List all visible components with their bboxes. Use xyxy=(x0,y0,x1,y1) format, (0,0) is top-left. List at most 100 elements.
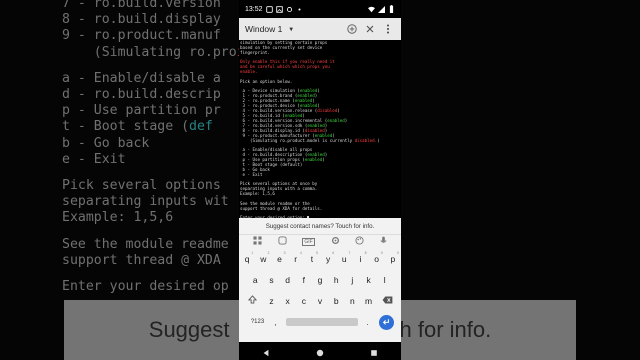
key-m[interactable]: m xyxy=(360,296,376,306)
keyboard-suggestion-bar[interactable]: Suggest contact names? Touch for info. xyxy=(239,218,401,235)
key-hint: 4 xyxy=(299,250,302,255)
keyboard-row-2: asdfghjkl xyxy=(239,269,401,290)
background-line-text: See the module readme xyxy=(62,236,229,252)
enabled-status: enabled xyxy=(304,157,323,163)
key-w[interactable]: w2 xyxy=(255,251,271,264)
key-label: p xyxy=(390,253,396,264)
terminal-window-bar: Window 1 ▼ xyxy=(239,18,401,40)
recents-nav-icon[interactable] xyxy=(370,342,378,360)
key-v[interactable]: v xyxy=(312,296,328,306)
keyboard-menu-icon[interactable] xyxy=(253,236,262,247)
terminal-line-end: ) xyxy=(337,107,340,113)
key-p[interactable]: p0 xyxy=(385,251,401,264)
dot-icon xyxy=(296,6,303,13)
key-hint: 3 xyxy=(283,250,286,255)
key-k[interactable]: k xyxy=(360,275,376,285)
key-y[interactable]: y6 xyxy=(320,251,336,264)
comma-key[interactable]: , xyxy=(269,318,283,327)
background-line-text: Pick several options xyxy=(62,178,229,194)
key-s[interactable]: s xyxy=(263,275,279,285)
key-i[interactable]: i8 xyxy=(352,250,368,264)
navigation-bar xyxy=(239,342,401,360)
background-suggestion-right: h for info. xyxy=(399,317,492,342)
background-line-text: e - Exit xyxy=(62,151,126,167)
sticker-icon[interactable] xyxy=(278,236,287,247)
palette-icon[interactable] xyxy=(355,236,364,247)
enabled-status: enabled xyxy=(327,117,345,123)
backspace-icon xyxy=(382,295,393,304)
key-z[interactable]: z xyxy=(263,296,279,306)
key-j[interactable]: j xyxy=(344,275,360,285)
key-a[interactable]: a xyxy=(247,275,263,285)
background-line-text: Example: 1,5,6 xyxy=(62,210,174,226)
space-key[interactable] xyxy=(285,318,358,326)
notification-icon xyxy=(265,5,273,13)
new-window-icon[interactable] xyxy=(345,22,359,36)
key-hint: 1 xyxy=(251,250,254,255)
key-label: o xyxy=(374,253,380,264)
key-o[interactable]: o9 xyxy=(369,251,385,264)
microphone-icon[interactable] xyxy=(380,236,387,247)
home-nav-icon[interactable] xyxy=(316,342,324,360)
key-e[interactable]: e3 xyxy=(271,250,287,264)
key-r[interactable]: r4 xyxy=(288,250,304,264)
terminal-line-text: Pick an option below. xyxy=(240,78,293,84)
terminal-line-text: enable. xyxy=(240,69,258,75)
window-title[interactable]: Window 1 xyxy=(245,24,282,34)
key-g[interactable]: g xyxy=(312,275,328,285)
key-h[interactable]: h xyxy=(328,275,344,285)
key-q[interactable]: q1 xyxy=(239,250,255,264)
keyboard-toolbar: GIF xyxy=(239,235,401,248)
key-label: t xyxy=(310,253,314,264)
symbols-key[interactable]: ?123 xyxy=(247,319,269,325)
terminal-line-end: ) xyxy=(324,152,328,158)
settings-icon[interactable] xyxy=(331,236,340,247)
key-d[interactable]: d xyxy=(280,275,296,285)
signal-icon xyxy=(378,5,385,13)
key-t[interactable]: t5 xyxy=(304,251,320,264)
close-window-icon[interactable] xyxy=(363,22,377,36)
background-line-text: d - ro.build.descrip xyxy=(62,87,221,103)
key-label: q xyxy=(244,253,250,264)
key-n[interactable]: n xyxy=(344,296,360,306)
window-dropdown-icon[interactable]: ▼ xyxy=(289,26,293,33)
gif-icon[interactable]: GIF xyxy=(302,237,315,246)
shift-key[interactable] xyxy=(242,295,263,306)
terminal-line-end: ) xyxy=(344,117,348,123)
backspace-key[interactable] xyxy=(377,295,398,306)
key-b[interactable]: b xyxy=(328,296,344,306)
background-line-text: 9 - ro.product.manuf xyxy=(62,28,221,44)
background-line-tail: def xyxy=(189,119,213,135)
background-line-text: 8 - ro.build.display xyxy=(62,12,221,28)
key-f[interactable]: f xyxy=(296,275,312,285)
enter-key[interactable] xyxy=(378,314,394,330)
terminal-line-text: e - Exit xyxy=(240,171,263,177)
suggestion-text[interactable]: Suggest contact names? Touch for info. xyxy=(266,223,375,230)
background-line-text: (Simulating ro.pro xyxy=(62,44,237,60)
background-line-text: t - Boot stage ( xyxy=(62,119,190,135)
back-nav-icon[interactable] xyxy=(262,342,270,360)
background-line-text: separating inputs wit xyxy=(62,194,229,210)
terminal-line-text: support thread @ XDA for details. xyxy=(240,205,323,211)
terminal-line-text: (Simulating ro.product.model is currentl… xyxy=(240,137,355,143)
key-x[interactable]: x xyxy=(280,296,296,306)
background-line-text: a - Enable/disable a xyxy=(62,70,221,86)
terminal-line: (Simulating ro.product.model is currentl… xyxy=(240,137,401,144)
shift-arrow-icon xyxy=(248,295,258,304)
key-label: e xyxy=(277,253,282,264)
key-u[interactable]: u7 xyxy=(336,250,352,264)
period-key[interactable]: . xyxy=(361,318,375,327)
key-hint: 8 xyxy=(364,250,367,255)
settings-notification-icon xyxy=(286,6,293,13)
key-hint: 7 xyxy=(348,250,351,255)
terminal-output[interactable]: simulation by setting certain props based… xyxy=(239,40,401,218)
background-line-text: p - Use partition pr xyxy=(62,103,221,119)
overflow-menu-icon[interactable] xyxy=(381,22,395,36)
wifi-icon xyxy=(368,6,375,13)
key-label: u xyxy=(341,253,347,264)
key-c[interactable]: c xyxy=(296,296,312,306)
key-l[interactable]: l xyxy=(377,275,393,285)
background-line-text: Enter your desired op xyxy=(62,279,229,295)
phone-screen: 13:52 Window 1 ▼ simulation by setting c… xyxy=(239,0,401,360)
disabled-status: disabled. xyxy=(354,137,378,143)
